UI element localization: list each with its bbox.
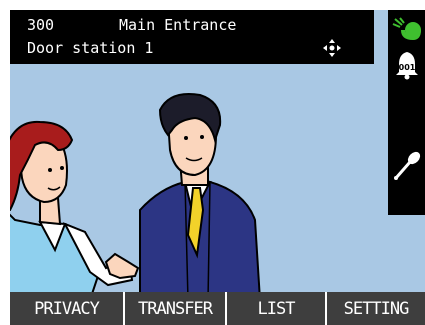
bell-icon: 001 [396,52,418,80]
call-answered-icon [392,17,421,40]
woman-figure [10,120,140,300]
station-location: Main Entrance [119,16,237,34]
caller-info-panel: 300 Main Entrance Door station 1 [10,10,374,64]
man-figure [139,93,262,300]
bell-badge: 001 [399,63,416,72]
station-number: 300 [27,16,55,34]
microphone-icon[interactable] [392,150,422,182]
move-arrows-icon[interactable] [323,39,341,57]
intercom-screen: 300 Main Entrance Door station 1 001 PRI… [10,10,425,325]
side-status-bar: 001 [388,10,425,215]
setting-button[interactable]: SETTING [327,292,425,325]
transfer-button[interactable]: TRANSFER [125,292,227,325]
station-name: Door station 1 [27,39,154,57]
privacy-button[interactable]: PRIVACY [10,292,125,325]
list-button[interactable]: LIST [227,292,327,325]
soft-key-bar: PRIVACY TRANSFER LIST SETTING [10,292,425,325]
